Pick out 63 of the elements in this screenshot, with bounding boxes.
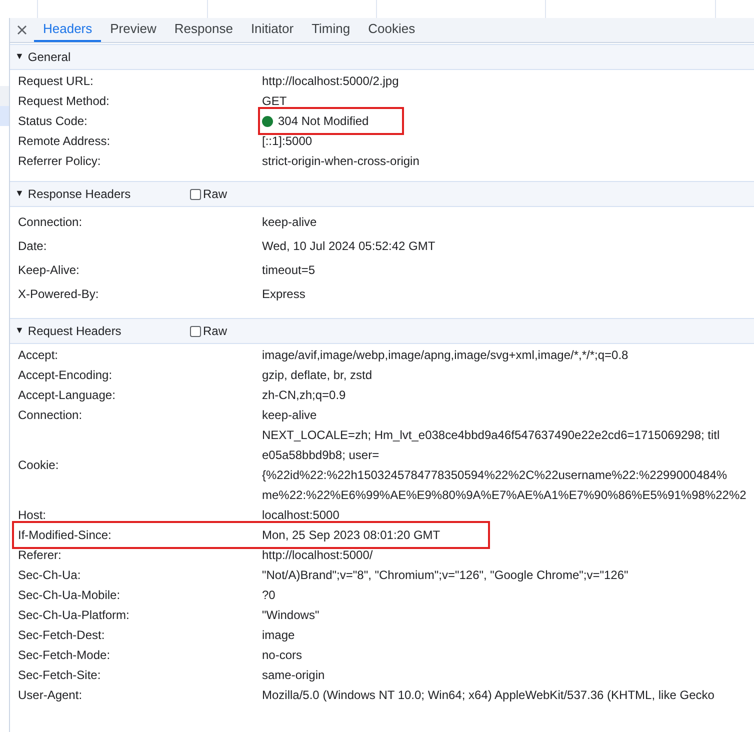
- header-value: Wed, 10 Jul 2024 05:52:42 GMT: [262, 238, 436, 255]
- header-name: Sec-Fetch-Site:: [17, 667, 102, 684]
- header-value: timeout=5: [262, 262, 316, 279]
- header-name: Sec-Ch-Ua-Mobile:: [17, 587, 122, 604]
- header-value: me%22:%22%E6%99%AE%E9%80%9A%E7%AE%A1%E7%90%86%E5%91%98%22%2: [262, 487, 746, 504]
- header-value: localhost:5000: [262, 507, 340, 524]
- header-name: Date:: [17, 238, 48, 255]
- header-name: Referrer Policy:: [17, 153, 102, 170]
- header-value: "Not/A)Brand";v="8", "Chromium";v="126", "Google Chrome";v="126": [262, 567, 628, 584]
- header-value: image: [262, 627, 295, 644]
- header-value: e05a58bbd9b8; user=: [262, 447, 380, 464]
- raw-checkbox[interactable]: Raw: [190, 185, 228, 203]
- header-name: Remote Address:: [17, 133, 112, 150]
- header-name: Referer:: [17, 547, 62, 564]
- header-value: Express: [262, 286, 306, 303]
- header-value: Mon, 25 Sep 2023 08:01:20 GMT: [262, 527, 440, 544]
- panel-tab[interactable]: Cookies: [359, 18, 424, 42]
- header-value: zh-CN,zh;q=0.9: [262, 387, 346, 404]
- section-toggle[interactable]: ▼ Request Headers: [10, 322, 190, 340]
- header-value: Mozilla/5.0 (Windows NT 10.0; Win64; x64) AppleWebKit/537.36 (KHTML, like Gecko: [262, 687, 714, 704]
- panel-tab[interactable]: Timing: [302, 18, 360, 42]
- panel-tab[interactable]: Headers: [34, 18, 102, 42]
- header-value: strict-origin-when-cross-origin: [262, 153, 420, 170]
- header-value: keep-alive: [262, 407, 317, 424]
- panel-tab[interactable]: Preview: [101, 18, 166, 42]
- header-value: GET: [262, 93, 287, 110]
- raw-checkbox[interactable]: Raw: [190, 322, 228, 340]
- header-name: Accept-Encoding:: [17, 367, 114, 384]
- header-name: Sec-Ch-Ua:: [17, 567, 82, 584]
- header-value: "Windows": [262, 607, 320, 624]
- header-name: User-Agent:: [17, 687, 84, 704]
- panel-tab[interactable]: Response: [165, 18, 242, 42]
- section-toggle[interactable]: ▼ Response Headers: [10, 185, 190, 203]
- header-value: no-cors: [262, 647, 302, 664]
- header-name: Accept:: [17, 347, 60, 364]
- header-name: Host:: [17, 507, 48, 524]
- header-name: Sec-Fetch-Dest:: [17, 627, 106, 644]
- header-name: Keep-Alive:: [17, 262, 80, 279]
- header-value: [::1]:5000: [262, 133, 312, 150]
- header-name: Connection:: [17, 214, 84, 231]
- header-value: http://localhost:5000/2.jpg: [262, 73, 399, 90]
- header-value: 304 Not Modified: [278, 113, 369, 130]
- header-value: NEXT_LOCALE=zh; Hm_lvt_e038ce4bbd9a46f547637490e22e2cd6=1715069298; titl: [262, 427, 720, 444]
- header-name: Cookie:: [17, 457, 60, 474]
- section-toggle[interactable]: ▼ General: [10, 48, 190, 66]
- header-name: Request URL:: [17, 73, 94, 90]
- close-icon: [17, 25, 27, 35]
- header-value: ?0: [262, 587, 276, 604]
- header-name: Accept-Language:: [17, 387, 116, 404]
- header-value: image/avif,image/webp,image/apng,image/svg+xml,image/*,*/*;q=0.8: [262, 347, 628, 364]
- header-name: Connection:: [17, 407, 84, 424]
- header-name: Request Method:: [17, 93, 110, 110]
- header-value: {%22id%22:%22h1503245784778350594%22%2C%22username%22:%2299000484%: [262, 467, 728, 484]
- header-name: Status Code:: [17, 113, 88, 130]
- header-name: Sec-Fetch-Mode:: [17, 647, 112, 664]
- header-value: http://localhost:5000/: [262, 547, 373, 564]
- header-value: same-origin: [262, 667, 325, 684]
- header-value: gzip, deflate, br, zstd: [262, 367, 372, 384]
- header-value: keep-alive: [262, 214, 317, 231]
- header-name: X-Powered-By:: [17, 286, 100, 303]
- header-name: If-Modified-Since:: [17, 527, 112, 544]
- header-name: Sec-Ch-Ua-Platform:: [17, 607, 130, 624]
- panel-tab[interactable]: Initiator: [242, 18, 303, 42]
